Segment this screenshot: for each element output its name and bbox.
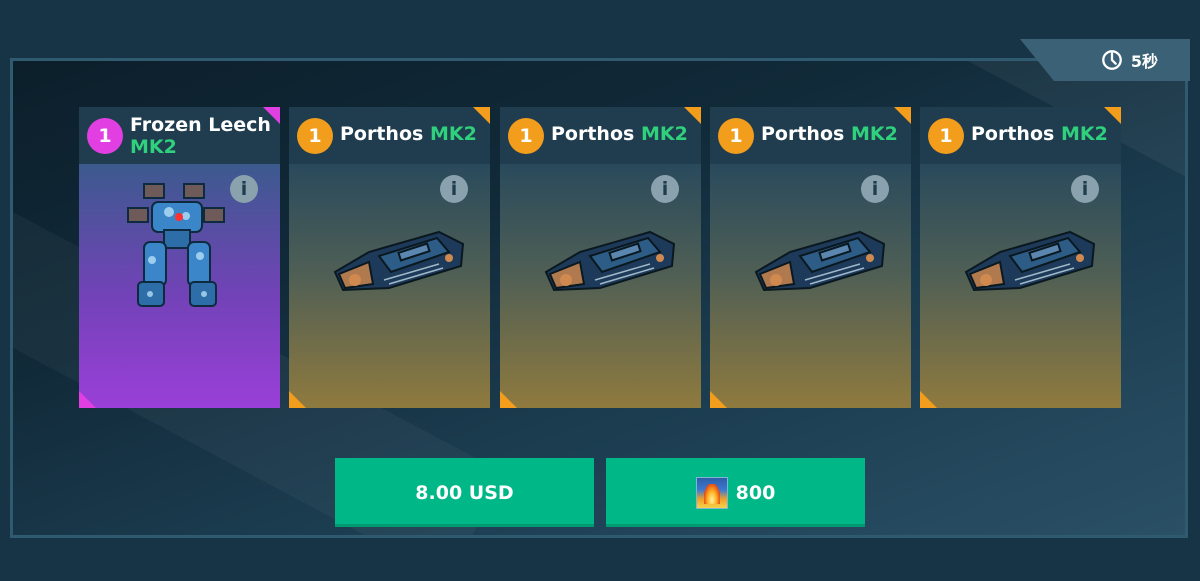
item-card-frozen-leech[interactable]: 1 Frozen Leech MK2 i xyxy=(79,107,280,408)
info-button[interactable]: i xyxy=(1071,175,1099,203)
level-badge: 1 xyxy=(508,118,544,154)
buy-usd-button[interactable]: 8.00 USD xyxy=(335,458,594,527)
card-header: 1 Porthos MK2 xyxy=(500,107,701,164)
item-mark: MK2 xyxy=(640,123,688,145)
weapon-icon xyxy=(333,230,465,292)
item-art-area: i xyxy=(710,164,911,408)
timer-label: 5秒 xyxy=(1130,52,1158,71)
card-header: 1 Porthos MK2 xyxy=(289,107,490,164)
level-badge: 1 xyxy=(928,118,964,154)
rarity-corner xyxy=(684,107,701,124)
card-header: 1 Frozen Leech MK2 xyxy=(79,107,280,164)
item-art-area: i xyxy=(920,164,1121,408)
item-name: Porthos MK2 xyxy=(761,123,898,145)
rarity-corner xyxy=(1104,107,1121,124)
item-mark: MK2 xyxy=(1060,123,1108,145)
item-mark: MK2 xyxy=(850,123,898,145)
rarity-corner xyxy=(473,107,490,124)
rarity-corner xyxy=(894,107,911,124)
info-button[interactable]: i xyxy=(230,175,258,203)
item-name: Porthos MK2 xyxy=(971,123,1108,145)
info-button[interactable]: i xyxy=(440,175,468,203)
card-header: 1 Porthos MK2 xyxy=(920,107,1121,164)
item-card-porthos[interactable]: 1 Porthos MK2 i xyxy=(710,107,911,408)
weapon-icon xyxy=(964,230,1096,292)
rarity-corner xyxy=(263,107,280,124)
rarity-corner xyxy=(79,391,96,408)
weapon-icon xyxy=(544,230,676,292)
rarity-corner xyxy=(500,391,517,408)
info-button[interactable]: i xyxy=(651,175,679,203)
weapon-icon xyxy=(754,230,886,292)
item-name: Porthos MK2 xyxy=(340,123,477,145)
price-usd-label: 8.00 USD xyxy=(415,481,514,504)
rarity-corner xyxy=(710,391,727,408)
level-badge: 1 xyxy=(718,118,754,154)
timer-icon xyxy=(1102,50,1122,70)
item-card-porthos[interactable]: 1 Porthos MK2 i xyxy=(500,107,701,408)
item-mark: MK2 xyxy=(130,136,177,158)
price-fuel-label: 800 xyxy=(735,481,776,504)
buy-fuel-button[interactable]: 800 xyxy=(606,458,865,527)
card-header: 1 Porthos MK2 xyxy=(710,107,911,164)
level-badge: 1 xyxy=(87,118,123,154)
item-art-area: i xyxy=(289,164,490,408)
level-badge: 1 xyxy=(297,118,333,154)
item-art-area: i xyxy=(79,164,280,408)
rarity-corner xyxy=(289,391,306,408)
fuel-currency-icon xyxy=(695,476,728,509)
item-name: Frozen Leech MK2 xyxy=(130,114,271,158)
item-mark: MK2 xyxy=(429,123,477,145)
item-name: Porthos MK2 xyxy=(551,123,688,145)
item-art-area: i xyxy=(500,164,701,408)
item-card-porthos[interactable]: 1 Porthos MK2 i xyxy=(920,107,1121,408)
rarity-corner xyxy=(920,391,937,408)
info-button[interactable]: i xyxy=(861,175,889,203)
robot-icon xyxy=(127,183,225,307)
item-card-porthos[interactable]: 1 Porthos MK2 i xyxy=(289,107,490,408)
